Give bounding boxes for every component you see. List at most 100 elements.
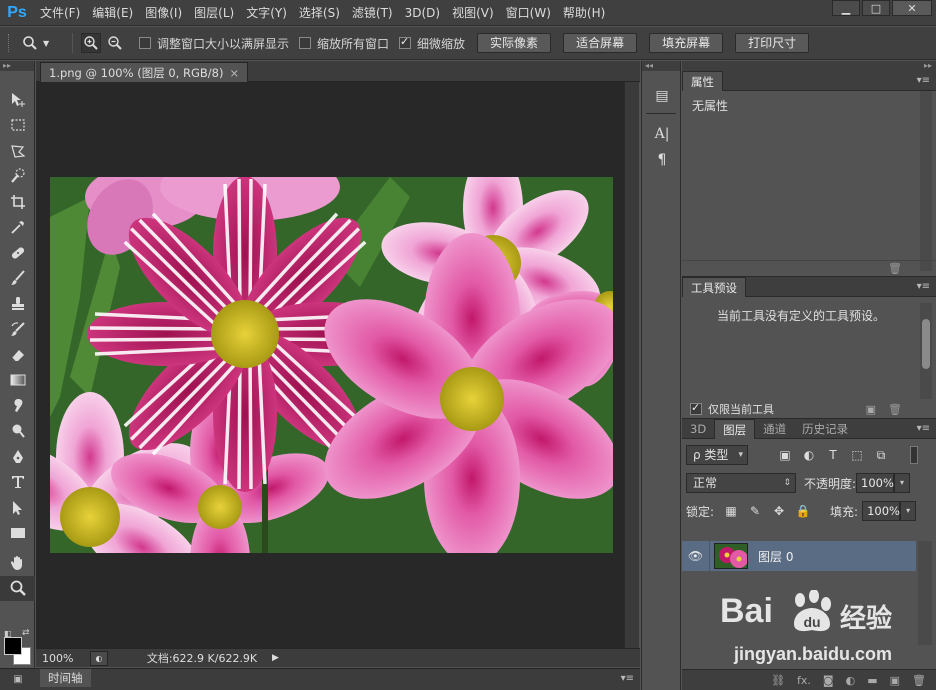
menu-layer[interactable]: 图层(L)	[188, 0, 240, 26]
lasso-tool[interactable]	[0, 138, 35, 164]
tab-properties[interactable]: 属性	[682, 71, 723, 91]
adjustment-icon[interactable]: ◐	[846, 674, 856, 687]
foreground-color-swatch[interactable]	[4, 637, 22, 655]
menu-filter[interactable]: 滤镜(T)	[346, 0, 399, 26]
flower-image[interactable]	[50, 177, 613, 553]
filter-type-icon[interactable]: T	[824, 446, 842, 464]
smudge-tool[interactable]	[0, 393, 35, 419]
collapse-arrows-icon[interactable]: ▸▸	[0, 61, 34, 71]
opacity-field[interactable]: 100%	[856, 473, 895, 493]
properties-scrollbar[interactable]	[920, 91, 932, 271]
mask-icon[interactable]: ◙	[823, 674, 834, 687]
path-select-tool[interactable]	[0, 495, 35, 521]
scrubby-zoom-checkbox[interactable]: 细微缩放	[399, 35, 465, 52]
character-panel-icon[interactable]: A|	[642, 121, 682, 147]
zoom-out-button[interactable]	[105, 33, 125, 53]
layer-filter-dropdown[interactable]: ρ 类型 ▾	[686, 445, 748, 465]
close-icon[interactable]: ✕	[892, 0, 932, 16]
move-tool[interactable]	[0, 87, 35, 113]
zoom-level-field[interactable]: 100%	[36, 652, 90, 665]
canvas-area[interactable]	[36, 82, 624, 648]
zoom-in-button[interactable]	[81, 33, 101, 53]
document-tab[interactable]: 1.png @ 100% (图层 0, RGB/8) ×	[40, 62, 249, 82]
status-menu-arrow-icon[interactable]: ▶	[272, 651, 282, 666]
presets-scrollbar[interactable]	[920, 303, 932, 399]
menu-type[interactable]: 文字(Y)	[240, 0, 293, 26]
trash-icon[interactable]: 🗑	[888, 262, 902, 275]
trash-icon[interactable]: 🗑	[912, 674, 926, 687]
lock-transparent-icon[interactable]: ▦	[722, 502, 740, 520]
paragraph-panel-icon[interactable]: ¶	[642, 147, 682, 173]
checkbox-box[interactable]	[299, 37, 312, 49]
swap-colors-icon[interactable]: ⇄	[22, 628, 30, 638]
fill-dropdown-arrow[interactable]: ▾	[900, 501, 917, 521]
menu-window[interactable]: 窗口(W)	[500, 0, 557, 26]
tab-history[interactable]: 历史记录	[794, 419, 856, 439]
type-tool[interactable]	[0, 470, 35, 496]
expand-arrows-icon[interactable]: ◂◂	[642, 61, 680, 71]
maximize-icon[interactable]: □	[862, 0, 890, 16]
marquee-tool[interactable]	[0, 113, 35, 139]
tool-preset-picker[interactable]: ▼	[22, 35, 64, 51]
checkbox-box[interactable]	[139, 37, 151, 49]
actual-pixels-button[interactable]: 实际像素	[477, 33, 552, 53]
new-layer-icon[interactable]: ▣	[890, 674, 900, 687]
options-grip[interactable]	[8, 34, 12, 52]
collapse-dock-icon[interactable]: ▸▸	[682, 61, 936, 71]
properties-panel-icon[interactable]: ▤	[642, 83, 682, 109]
menu-select[interactable]: 选择(S)	[293, 0, 346, 26]
current-tool-only-checkbox[interactable]	[690, 401, 702, 415]
history-brush-tool[interactable]	[0, 317, 35, 343]
tab-layers[interactable]: 图层	[714, 419, 756, 439]
print-size-button[interactable]: 打印尺寸	[735, 33, 810, 53]
lock-pixels-icon[interactable]: ✎	[746, 502, 764, 520]
fit-screen-button[interactable]: 适合屏幕	[563, 33, 638, 53]
screen-mode-icon[interactable]: ▣	[0, 668, 36, 690]
eye-icon[interactable]: 👁	[682, 541, 710, 571]
canvas-vertical-scrollbar[interactable]	[624, 82, 639, 648]
panel-menu-icon[interactable]: ▾≡	[917, 423, 930, 434]
blend-mode-dropdown[interactable]: 正常 ⇕	[686, 473, 796, 493]
tab-tool-presets[interactable]: 工具预设	[682, 277, 746, 297]
tab-channels[interactable]: 通道	[755, 419, 794, 439]
lock-all-icon[interactable]: 🔒	[794, 502, 812, 520]
filter-adjustment-icon[interactable]: ◐	[800, 446, 818, 464]
resize-windows-checkbox[interactable]: 调整窗口大小以满屏显示	[139, 35, 289, 52]
scrollbar-thumb[interactable]	[922, 319, 930, 369]
healing-brush-tool[interactable]	[0, 240, 35, 266]
fx-icon[interactable]: fx.	[797, 674, 811, 687]
filter-pixel-icon[interactable]: ▣	[776, 446, 794, 464]
panel-menu-icon[interactable]: ▾≡	[917, 75, 930, 86]
gradient-tool[interactable]	[0, 368, 35, 394]
layer-row[interactable]: 👁 图层 0	[682, 541, 916, 571]
folder-icon[interactable]: ▬	[867, 674, 877, 687]
status-preview-icon[interactable]: ◐	[90, 650, 108, 666]
layers-scrollbar[interactable]	[918, 541, 932, 645]
clone-stamp-tool[interactable]	[0, 291, 35, 317]
menu-view[interactable]: 视图(V)	[446, 0, 500, 26]
dodge-tool[interactable]	[0, 419, 35, 445]
menu-help[interactable]: 帮助(H)	[557, 0, 611, 26]
menu-file[interactable]: 文件(F)	[34, 0, 86, 26]
opacity-dropdown-arrow[interactable]: ▾	[894, 473, 911, 493]
filter-smart-object-icon[interactable]: ⧉	[872, 446, 890, 464]
quick-select-tool[interactable]	[0, 164, 35, 190]
new-preset-icon[interactable]: ▣	[866, 403, 876, 416]
menu-3d[interactable]: 3D(D)	[399, 0, 446, 26]
panel-menu-icon[interactable]: ▾≡	[621, 673, 634, 684]
eraser-tool[interactable]	[0, 342, 35, 368]
timeline-tab[interactable]: 时间轴	[40, 669, 91, 687]
checkbox-box[interactable]	[399, 35, 412, 49]
zoom-all-windows-checkbox[interactable]: 缩放所有窗口	[299, 35, 389, 52]
eyedropper-tool[interactable]	[0, 215, 35, 241]
crop-tool[interactable]	[0, 189, 35, 215]
tab-3d[interactable]: 3D	[682, 419, 714, 439]
lock-position-icon[interactable]: ✥	[770, 502, 788, 520]
fill-screen-button[interactable]: 填充屏幕	[649, 33, 724, 53]
filter-shape-icon[interactable]: ⬚	[848, 446, 866, 464]
layer-name[interactable]: 图层 0	[758, 548, 793, 565]
brush-tool[interactable]	[0, 266, 35, 292]
fill-field[interactable]: 100%	[862, 501, 901, 521]
filter-toggle-switch[interactable]	[910, 446, 918, 464]
trash-icon[interactable]: 🗑	[888, 403, 902, 416]
